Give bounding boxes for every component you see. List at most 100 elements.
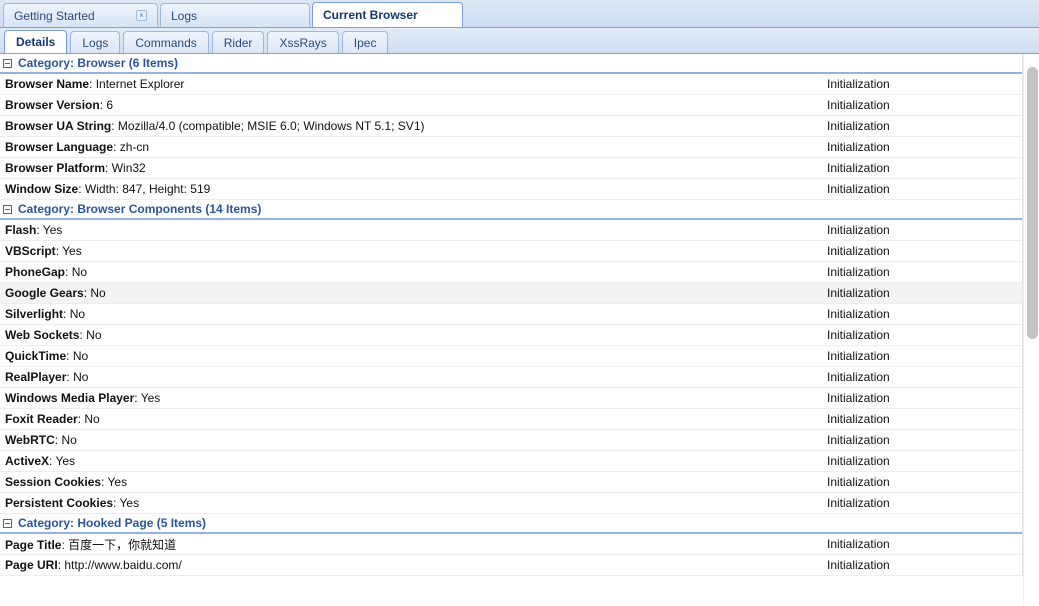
- detail-value: 6: [106, 98, 114, 112]
- tab-commands[interactable]: Commands: [123, 31, 209, 53]
- status-cell: Initialization: [827, 391, 890, 405]
- detail-cell: WebRTC: No: [5, 433, 77, 447]
- detail-key: Silverlight: [5, 307, 64, 321]
- table-row[interactable]: Page URI: http://www.baidu.com/Initializ…: [0, 555, 1022, 576]
- table-row[interactable]: QuickTime: No Initialization: [0, 346, 1022, 367]
- detail-value: Yes: [140, 391, 161, 405]
- status-cell: Initialization: [827, 475, 890, 489]
- table-row[interactable]: PhoneGap: No Initialization: [0, 262, 1022, 283]
- detail-value: Yes: [55, 454, 76, 468]
- outer-tab-label: Getting Started: [14, 8, 95, 23]
- table-row[interactable]: Browser UA String: Mozilla/4.0 (compatib…: [0, 116, 1022, 137]
- status-cell: Initialization: [827, 370, 890, 384]
- status-cell: Initialization: [827, 77, 890, 91]
- status-cell: Initialization: [827, 537, 890, 551]
- outer-tab-label: Current Browser: [323, 8, 418, 22]
- table-row[interactable]: Windows Media Player: Yes Initialization: [0, 388, 1022, 409]
- table-row[interactable]: Google Gears: No Initialization: [0, 283, 1022, 304]
- detail-cell: RealPlayer: No: [5, 370, 89, 384]
- detail-value: Yes: [42, 223, 63, 237]
- table-row[interactable]: VBScript: Yes Initialization: [0, 241, 1022, 262]
- detail-key: Window Size: [5, 182, 79, 196]
- table-row[interactable]: Silverlight: No Initialization: [0, 304, 1022, 325]
- collapse-minus-icon[interactable]: [3, 518, 12, 528]
- table-row[interactable]: Browser Version: 6 Initialization: [0, 95, 1022, 116]
- detail-value: No: [90, 286, 106, 300]
- status-cell: Initialization: [827, 433, 890, 447]
- detail-value: zh-cn: [119, 140, 150, 154]
- status-cell: Initialization: [827, 558, 890, 572]
- detail-cell: ActiveX: Yes: [5, 454, 76, 468]
- detail-cell: Browser Language: zh-cn: [5, 140, 150, 154]
- detail-value: No: [61, 433, 77, 447]
- detail-cell: Windows Media Player: Yes: [5, 391, 161, 405]
- table-row[interactable]: Flash: Yes Initialization: [0, 220, 1022, 241]
- tab-details[interactable]: Details: [4, 30, 68, 53]
- status-cell: Initialization: [827, 119, 890, 133]
- outer-tab-bar: Getting Started × Logs Current Browser: [0, 0, 1039, 28]
- table-row[interactable]: RealPlayer: No Initialization: [0, 367, 1022, 388]
- detail-cell: Browser Version: 6: [5, 98, 114, 112]
- detail-cell: Page URI: http://www.baidu.com/: [5, 558, 182, 572]
- detail-key: WebRTC: [5, 433, 55, 447]
- table-row[interactable]: Window Size: Width: 847, Height: 519 Init…: [0, 179, 1022, 200]
- table-row[interactable]: Page Title: 百度一下，你就知道 Initialization: [0, 534, 1022, 555]
- table-row[interactable]: Session Cookies: Yes Initialization: [0, 472, 1022, 493]
- table-row[interactable]: Browser Platform: Win32 Initialization: [0, 158, 1022, 179]
- status-cell: Initialization: [827, 286, 890, 300]
- detail-key: Session Cookies: [5, 475, 102, 489]
- detail-key: RealPlayer: [5, 370, 67, 384]
- table-row[interactable]: Web Sockets: No Initialization: [0, 325, 1022, 346]
- detail-key: ActiveX: [5, 454, 50, 468]
- tab-ipec[interactable]: Ipec: [341, 31, 389, 53]
- table-row[interactable]: Browser Language: zh-cn Initialization: [0, 137, 1022, 158]
- detail-key: Browser Name: [5, 77, 90, 91]
- detail-value: No: [84, 412, 100, 426]
- detail-key: Browser Version: [5, 98, 100, 112]
- detail-key: Browser UA String: [5, 119, 112, 133]
- tab-logs[interactable]: Logs: [70, 31, 121, 53]
- status-cell: Initialization: [827, 223, 890, 237]
- detail-key: Browser Platform: [5, 161, 106, 175]
- detail-key: Web Sockets: [5, 328, 80, 342]
- table-row[interactable]: Foxit Reader: No Initialization: [0, 409, 1022, 430]
- detail-key: Foxit Reader: [5, 412, 78, 426]
- detail-value: No: [72, 349, 89, 363]
- close-icon[interactable]: ×: [136, 10, 147, 21]
- table-row[interactable]: WebRTC: No Initialization: [0, 430, 1022, 451]
- outer-tab-logs[interactable]: Logs: [160, 3, 310, 27]
- status-cell: Initialization: [827, 244, 890, 258]
- status-cell: Initialization: [827, 307, 890, 321]
- outer-tab-current-browser[interactable]: Current Browser: [312, 2, 463, 27]
- category-header[interactable]: Category: Hooked Page (5 Items): [0, 514, 1022, 534]
- outer-tab-getting-started[interactable]: Getting Started ×: [3, 3, 158, 27]
- scrollbar-thumb[interactable]: [1027, 67, 1038, 339]
- detail-key: Page URI: [5, 558, 58, 572]
- status-cell: Initialization: [827, 496, 890, 510]
- collapse-minus-icon[interactable]: [3, 204, 12, 214]
- detail-cell: Silverlight: No: [5, 307, 86, 321]
- tab-rider[interactable]: Rider: [211, 31, 265, 53]
- table-row[interactable]: ActiveX: Yes Initialization: [0, 451, 1022, 472]
- detail-value: No: [73, 370, 89, 384]
- tab-xssrays[interactable]: XssRays: [267, 31, 339, 53]
- detail-cell: PhoneGap: No: [5, 265, 88, 279]
- detail-value: 百度一下，你就知道: [68, 537, 177, 552]
- detail-cell: Window Size: Width: 847, Height: 519: [5, 182, 211, 196]
- status-cell: Initialization: [827, 349, 890, 363]
- detail-value: Win32: [111, 161, 146, 175]
- detail-value: No: [69, 307, 86, 321]
- status-cell: Initialization: [827, 98, 890, 112]
- table-row[interactable]: Browser Name: Internet Explorer Initializ…: [0, 74, 1022, 95]
- table-row[interactable]: Persistent Cookies: Yes Initialization: [0, 493, 1022, 514]
- category-header[interactable]: Category: Browser Components (14 Items): [0, 200, 1022, 220]
- collapse-minus-icon[interactable]: [3, 58, 12, 68]
- detail-key: Windows Media Player: [5, 391, 135, 405]
- status-cell: Initialization: [827, 182, 890, 196]
- detail-value: Internet Explorer: [95, 77, 185, 91]
- category-header[interactable]: Category: Browser (6 Items): [0, 54, 1022, 74]
- vertical-scrollbar[interactable]: [1023, 54, 1039, 605]
- detail-value: No: [86, 328, 102, 342]
- detail-value: Width: 847, Height: 519: [84, 182, 211, 196]
- detail-cell: VBScript: Yes: [5, 244, 82, 258]
